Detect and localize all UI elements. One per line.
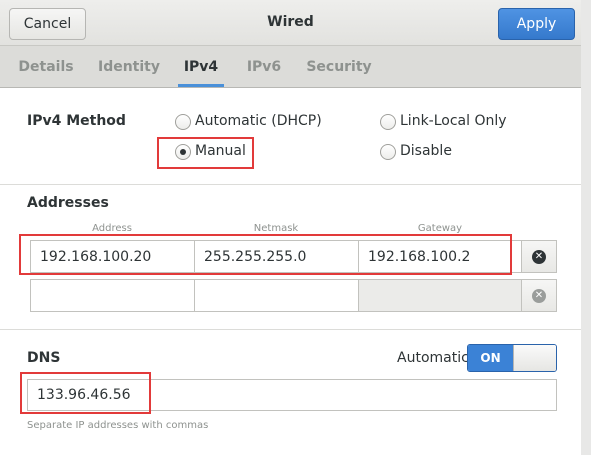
radio-link-local-only[interactable] — [380, 114, 396, 130]
close-icon: ✕ — [532, 288, 546, 303]
address-field[interactable] — [30, 279, 195, 312]
wired-settings-dialog: Cancel Wired Apply Details Identity IPv4… — [0, 0, 581, 455]
gateway-field[interactable] — [358, 279, 522, 312]
radio-automatic-dhcp[interactable] — [175, 114, 191, 130]
tab-ipv4[interactable]: IPv4 — [178, 46, 224, 87]
column-header-netmask: Netmask — [253, 223, 299, 234]
radio-link-local-only-label[interactable]: Link-Local Only — [400, 113, 507, 129]
addresses-label: Addresses — [27, 195, 109, 211]
dns-label: DNS — [27, 350, 61, 366]
delete-address-button[interactable]: ✕ — [521, 279, 557, 312]
netmask-field[interactable] — [194, 279, 359, 312]
dns-automatic-label: Automatic — [397, 350, 469, 366]
column-header-address: Address — [92, 223, 132, 234]
tab-details[interactable]: Details — [14, 46, 78, 87]
radio-disable-label[interactable]: Disable — [400, 143, 452, 159]
ipv4-method-label: IPv4 Method — [27, 113, 126, 129]
tab-security[interactable]: Security — [304, 46, 374, 87]
switch-on-label: ON — [468, 345, 513, 371]
switch-knob[interactable] — [513, 345, 556, 371]
address-row-highlight-box — [19, 234, 512, 275]
radio-disable[interactable] — [380, 144, 396, 160]
dns-hint-text: Separate IP addresses with commas — [27, 420, 209, 431]
dns-highlight-box — [20, 372, 151, 414]
apply-button[interactable]: Apply — [498, 8, 575, 40]
background-window — [580, 0, 591, 455]
column-header-gateway: Gateway — [417, 223, 463, 234]
dns-automatic-switch[interactable]: ON — [467, 344, 557, 372]
tab-identity[interactable]: Identity — [94, 46, 164, 87]
delete-address-button[interactable]: ✕ — [521, 240, 557, 273]
section-divider — [0, 329, 581, 330]
dialog-title: Wired — [267, 14, 314, 30]
manual-highlight-box — [157, 137, 254, 169]
radio-automatic-dhcp-label[interactable]: Automatic (DHCP) — [195, 113, 322, 129]
close-icon: ✕ — [532, 249, 546, 264]
tab-ipv6[interactable]: IPv6 — [240, 46, 288, 87]
section-divider — [0, 184, 581, 185]
header-bar: Cancel Wired Apply — [0, 0, 581, 46]
tab-bar: Details Identity IPv4 IPv6 Security — [0, 46, 581, 88]
